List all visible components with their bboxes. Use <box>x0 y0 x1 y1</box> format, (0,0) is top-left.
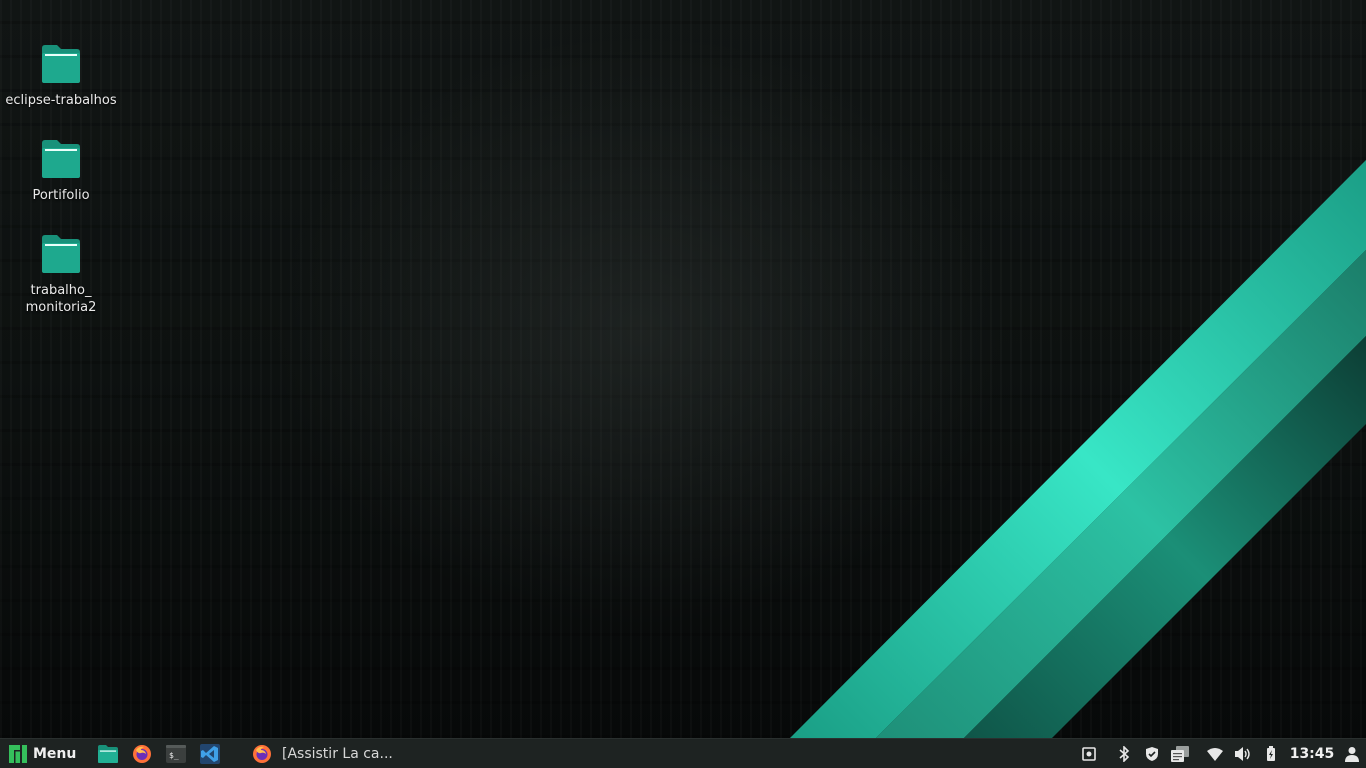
wifi-icon <box>1207 747 1223 761</box>
clock[interactable]: 13:45 <box>1286 739 1338 768</box>
desktop-folder-eclipse-trabalhos[interactable]: eclipse-trabalhos <box>0 42 122 109</box>
desktop-icon-label: trabalho_ monitoria2 <box>25 283 97 315</box>
folder-icon <box>42 235 80 273</box>
clipboard-icon <box>1171 745 1189 762</box>
screenshot-icon <box>1082 746 1096 761</box>
tray-battery[interactable] <box>1259 739 1283 768</box>
tray-shield[interactable] <box>1140 739 1164 768</box>
taskbar-window-firefox[interactable]: [Assistir La ca... <box>246 739 472 768</box>
tray-screenshot[interactable] <box>1077 739 1101 768</box>
tray-volume[interactable] <box>1231 739 1255 768</box>
manjaro-logo-icon <box>9 744 27 763</box>
desktop-icon-label: Portifolio <box>32 188 90 203</box>
svg-text:$_: $_ <box>169 751 179 760</box>
menu-button[interactable]: Menu <box>4 739 83 768</box>
user-icon <box>1345 746 1359 762</box>
window-task-label: [Assistir La ca... <box>282 745 393 762</box>
launcher-firefox[interactable] <box>127 739 157 768</box>
desktop-folder-trabalho-monitoria2[interactable]: trabalho_ monitoria2 <box>0 232 122 316</box>
folder-icon <box>42 45 80 83</box>
tray-user[interactable] <box>1340 739 1364 768</box>
shield-icon <box>1146 746 1158 761</box>
firefox-icon <box>133 744 151 763</box>
desktop[interactable]: eclipse-trabalhos Portifolio trabalho_ m… <box>0 0 1366 738</box>
firefox-icon <box>253 744 271 763</box>
launcher-vscode[interactable] <box>195 739 225 768</box>
taskbar: Menu $_ [Assistir La ca... 13:45 <box>0 738 1366 768</box>
tray-wifi[interactable] <box>1203 739 1227 768</box>
bluetooth-icon <box>1119 745 1130 762</box>
volume-icon <box>1235 746 1250 761</box>
launcher-file-manager[interactable] <box>93 739 123 768</box>
launcher-terminal[interactable]: $_ <box>161 739 191 768</box>
vscode-icon <box>200 743 220 764</box>
terminal-icon: $_ <box>166 744 186 763</box>
tray-bluetooth[interactable] <box>1112 739 1136 768</box>
desktop-folder-portifolio[interactable]: Portifolio <box>0 137 122 204</box>
file-manager-icon <box>98 744 118 763</box>
battery-icon <box>1267 745 1275 761</box>
tray-clipboard[interactable] <box>1168 739 1192 768</box>
wallpaper-stripes <box>790 160 1366 738</box>
desktop-icon-label: eclipse-trabalhos <box>5 93 117 108</box>
menu-label: Menu <box>33 745 77 762</box>
folder-icon <box>42 140 80 178</box>
